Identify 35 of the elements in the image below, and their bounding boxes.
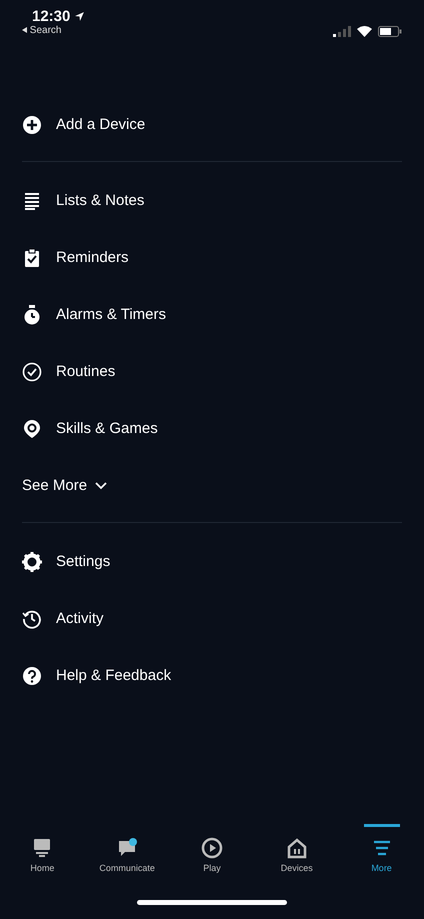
see-more-button[interactable]: See More xyxy=(0,457,130,514)
tab[interactable]: More xyxy=(340,824,424,890)
clipboard-check-icon xyxy=(22,248,42,268)
speech-bubble-icon xyxy=(116,837,138,859)
check-circle-icon xyxy=(22,362,42,382)
gear-icon xyxy=(22,552,42,572)
signal-icon xyxy=(333,26,351,37)
play-icon xyxy=(200,837,223,859)
menu-item[interactable]: Lists & Notes xyxy=(0,172,424,229)
menu-item[interactable]: Help & Feedback xyxy=(0,647,424,704)
chevron-icon xyxy=(95,482,108,490)
menu-item[interactable]: Settings xyxy=(0,533,424,590)
wifi-icon xyxy=(357,26,372,37)
menu-item[interactable]: Routines xyxy=(0,343,424,400)
history-icon xyxy=(22,608,42,628)
menu-item[interactable]: Skills & Games xyxy=(0,400,424,457)
battery-icon xyxy=(378,26,402,37)
back-arrow-icon xyxy=(22,27,27,33)
plus-circle-icon xyxy=(22,114,42,134)
tab[interactable]: Devices xyxy=(254,824,339,890)
menu-item[interactable]: Activity xyxy=(0,590,424,647)
menu-item[interactable]: Alarms & Timers xyxy=(0,286,424,343)
location-arrow-icon xyxy=(74,11,86,22)
menu-item[interactable]: Reminders xyxy=(0,229,424,286)
tab[interactable]: Play xyxy=(170,824,254,890)
help-icon xyxy=(22,666,42,686)
location-pin-icon xyxy=(22,418,42,438)
stopwatch-icon xyxy=(22,304,42,324)
menu-item[interactable]: Add a Device xyxy=(0,96,424,153)
list-icon xyxy=(22,190,42,210)
house-icon xyxy=(286,837,308,859)
tab[interactable]: Home xyxy=(0,824,84,890)
back-link[interactable]: Search xyxy=(22,25,86,36)
tab[interactable]: Communicate xyxy=(85,824,170,890)
status-time: 12:30 xyxy=(32,8,70,25)
